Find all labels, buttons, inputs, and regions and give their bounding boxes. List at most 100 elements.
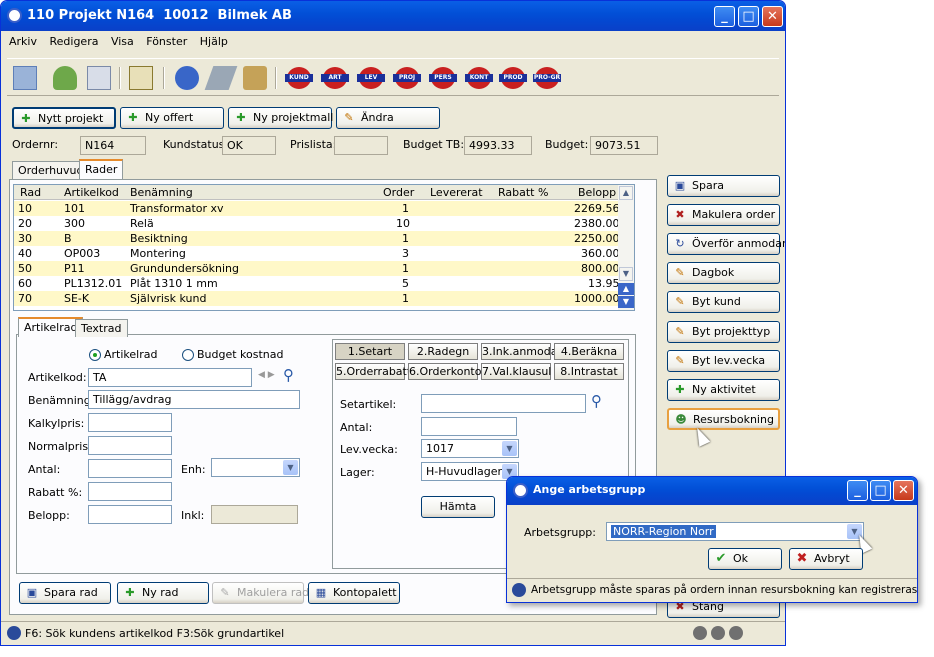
makulera-order-button[interactable]: ✖ Makulera order	[667, 204, 780, 226]
toolbar: KUND ART LEV PROJ PERS KONT PROD PRO-GR	[7, 58, 779, 96]
menu-redigera[interactable]: Redigera	[49, 35, 98, 48]
scroll-up-icon[interactable]: ▲	[619, 186, 633, 200]
close-button[interactable]: ✕	[762, 6, 783, 27]
menu-visa[interactable]: Visa	[111, 35, 134, 48]
app-icon	[7, 8, 22, 23]
budget-kostnad-radio[interactable]	[182, 349, 194, 361]
new-row-button[interactable]: ✚ Ny rad	[117, 582, 209, 604]
art-icon[interactable]: ART	[321, 67, 349, 89]
eraser-icon[interactable]	[204, 66, 238, 90]
order-field: N164	[80, 136, 146, 155]
dialog-close-button[interactable]: ✕	[893, 480, 914, 501]
table-row[interactable]: 50 P11 Grundundersökning 1 800.00	[14, 261, 620, 276]
prev-next-icon[interactable]: ◀ ▶	[258, 370, 275, 380]
search-icon[interactable]: ⚲	[591, 392, 602, 410]
menu-hjalp[interactable]: Hjälp	[200, 35, 228, 48]
row-down-icon[interactable]: ▼	[618, 296, 634, 308]
artikelrad-radio[interactable]	[89, 349, 101, 361]
kund-icon[interactable]: KUND	[285, 67, 313, 89]
table-row[interactable]: 70 SE-K Självrisk kund 1 1000.00	[14, 291, 620, 306]
ok-button[interactable]: ✔ Ok	[708, 548, 782, 570]
pers-icon[interactable]: PERS	[429, 67, 457, 89]
info-icon[interactable]	[175, 66, 199, 90]
preview-icon[interactable]	[87, 66, 111, 90]
tab-radegn[interactable]: 2.Radegn	[408, 343, 478, 360]
kalkylpris-input[interactable]	[88, 413, 172, 432]
new-offer-button[interactable]: ✚ Ny offert	[120, 107, 224, 129]
arbetsgrupp-select[interactable]: NORR-Region Norr ▼	[606, 522, 864, 541]
copy-icon[interactable]	[13, 66, 37, 90]
status-led-icon	[693, 626, 707, 640]
tab-orderkonto[interactable]: 6.Orderkonto	[408, 363, 481, 380]
table-row[interactable]: 20 300 Relä 10 2380.00	[14, 216, 620, 231]
bag-icon[interactable]	[243, 66, 267, 90]
hamta-button[interactable]: Hämta	[421, 496, 495, 518]
tab-orderrabatt[interactable]: 5.Orderrabatt	[335, 363, 411, 380]
ny-aktivitet-button[interactable]: ✚ Ny aktivitet	[667, 379, 780, 401]
tab-val-klausul[interactable]: 7.Val.klausul	[481, 363, 551, 380]
row-up-icon[interactable]: ▲	[618, 283, 634, 295]
window-title: 110 Projekt N164 10012 Bilmek AB	[27, 8, 292, 23]
benamning-input[interactable]: Tillägg/avdrag	[88, 390, 300, 409]
info-icon	[512, 583, 526, 597]
prod-icon[interactable]: PROD	[499, 67, 527, 89]
tab-berakna[interactable]: 4.Beräkna	[554, 343, 624, 360]
enh-select[interactable]: ▼	[211, 458, 300, 477]
tab-orderhuvud[interactable]: Orderhuvud	[12, 161, 90, 179]
lager-select[interactable]: H-Huvudlager ▼	[421, 462, 519, 481]
add-user-icon[interactable]	[53, 66, 77, 90]
byt-projekttyp-button[interactable]: ✎ Byt projekttyp	[667, 321, 780, 343]
save-button[interactable]: ▣ Spara	[667, 175, 780, 197]
tab-artikelrad[interactable]: Artikelrad	[18, 317, 84, 337]
checklist-icon[interactable]	[129, 66, 153, 90]
minimize-button[interactable]: _	[714, 6, 735, 27]
kontopalett-button[interactable]: ▦ Kontopalett	[308, 582, 400, 604]
table-row[interactable]: 10 101 Transformator xv 1 2269.56	[14, 201, 620, 216]
kont-icon[interactable]: KONT	[465, 67, 493, 89]
delete-row-button[interactable]: ✎ Makulera rad	[212, 582, 309, 604]
table-scrollbar[interactable]: ▲ ▼ ▲ ▼	[618, 185, 634, 310]
setart-antal-input[interactable]	[421, 417, 517, 436]
tab-textrad[interactable]: Textrad	[75, 319, 128, 337]
chevron-down-icon[interactable]: ▼	[283, 460, 298, 475]
tab-rader[interactable]: Rader	[79, 159, 124, 179]
belopp-input[interactable]	[88, 505, 172, 524]
table-row[interactable]: 60 PL1312.01 Plåt 1310 1 mm 5 13.95	[14, 276, 620, 291]
budget-kostnad-label: Budget kostnad	[197, 348, 284, 361]
edit-button[interactable]: ✎ Ändra	[336, 107, 440, 129]
search-icon[interactable]: ⚲	[283, 366, 294, 384]
proj-icon[interactable]: PROJ	[393, 67, 421, 89]
pro-gr-icon[interactable]: PRO-GR	[533, 67, 561, 89]
artikelkod-input[interactable]: TA	[88, 368, 252, 387]
resursbokning-button[interactable]: ☻ Resursbokning	[667, 408, 780, 430]
dialog-minimize-button[interactable]: _	[847, 480, 868, 501]
pencil-icon: ✎	[675, 295, 685, 308]
rabatt-input[interactable]	[88, 482, 172, 501]
menu-fonster[interactable]: Fönster	[146, 35, 187, 48]
levvecka-select[interactable]: 1017 ▼	[421, 439, 519, 458]
antal-input[interactable]	[88, 459, 172, 478]
new-project-button[interactable]: ✚ Nytt projekt	[12, 107, 116, 129]
menu-arkiv[interactable]: Arkiv	[9, 35, 37, 48]
table-row[interactable]: 30 B Besiktning 1 2250.00	[14, 231, 620, 246]
tab-ink-anmodan[interactable]: 3.Ink.anmodan	[481, 343, 564, 360]
plus-icon: ✚	[128, 111, 138, 124]
byt-kund-button[interactable]: ✎ Byt kund	[667, 291, 780, 313]
lev-icon[interactable]: LEV	[357, 67, 385, 89]
tab-setart[interactable]: 1.Setart	[335, 343, 405, 360]
setartikel-input[interactable]	[421, 394, 586, 413]
avbryt-button[interactable]: ✖ Avbryt	[789, 548, 863, 570]
maximize-button[interactable]: □	[738, 6, 759, 27]
save-row-button[interactable]: ▣ Spara rad	[19, 582, 111, 604]
scroll-down-icon[interactable]: ▼	[619, 267, 633, 281]
table-row[interactable]: 40 OP003 Montering 3 360.00	[14, 246, 620, 261]
levvecka-label: Lev.vecka:	[340, 443, 398, 456]
normalpris-input[interactable]	[88, 436, 172, 455]
chevron-down-icon[interactable]: ▼	[502, 441, 517, 456]
dialog-maximize-button[interactable]: □	[870, 480, 891, 501]
overfor-anmodan-button[interactable]: ↻ Överför anmodan	[667, 233, 785, 255]
tab-intrastat[interactable]: 8.Intrastat	[554, 363, 624, 380]
new-template-button[interactable]: ✚ Ny projektmall	[228, 107, 333, 129]
dagbok-button[interactable]: ✎ Dagbok	[667, 262, 780, 284]
byt-levvecka-button[interactable]: ✎ Byt lev.vecka	[667, 350, 780, 372]
